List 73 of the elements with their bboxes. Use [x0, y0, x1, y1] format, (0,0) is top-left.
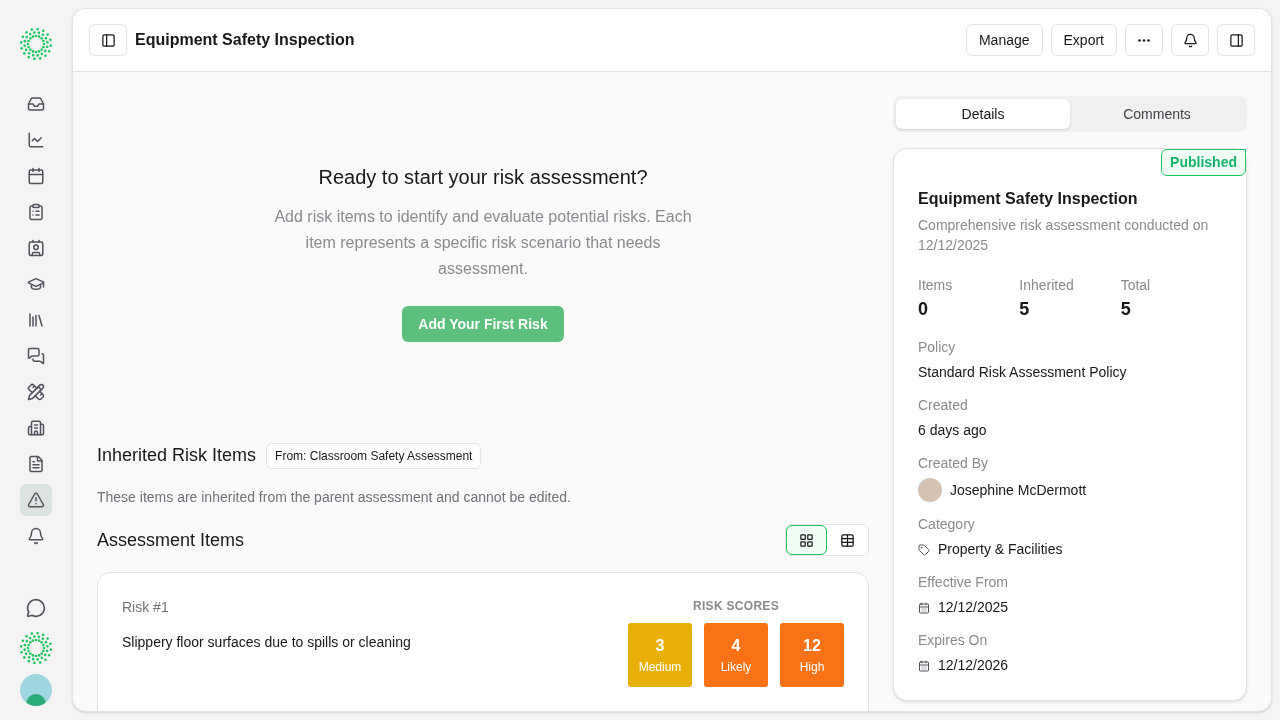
table-icon — [840, 532, 855, 548]
calendar-icon — [918, 601, 930, 614]
chat-icon[interactable] — [26, 598, 46, 618]
score-label: High — [799, 659, 825, 676]
document-icon — [27, 455, 45, 473]
stat-value: 5 — [1019, 298, 1031, 321]
field-label: Category — [918, 515, 976, 534]
details-title: Equipment Safety Inspection — [918, 189, 1139, 209]
field-value: 12/12/2025 — [938, 598, 1009, 617]
grid-view-button[interactable] — [786, 525, 827, 555]
tab[interactable]: Comments — [1070, 99, 1244, 129]
score-label: Likely — [720, 659, 752, 676]
notifications-button[interactable] — [1171, 24, 1209, 56]
stat-value: 5 — [1120, 298, 1132, 321]
field-label: Expires On — [918, 631, 989, 650]
logo-icon — [20, 632, 52, 664]
stat-value: 0 — [918, 298, 929, 321]
calendar-icon — [27, 167, 45, 185]
section-title: Inherited Risk Items — [97, 444, 257, 467]
inbox-icon — [27, 95, 45, 113]
warning-icon — [27, 491, 45, 509]
empty-state-title: Ready to start your risk assessment? — [318, 165, 648, 190]
user-avatar[interactable] — [20, 674, 52, 706]
score-value: 4 — [731, 636, 741, 656]
field-label: Policy — [918, 338, 957, 357]
calendar-icon — [918, 659, 930, 672]
books-icon — [27, 311, 45, 329]
bell-icon — [1182, 32, 1198, 48]
field-value: Property & Facilities — [938, 540, 1063, 559]
panel-left-icon — [100, 32, 116, 48]
details-subtitle: Comprehensive risk assessment conducted on 12/12/2025 — [918, 216, 1210, 255]
tag-icon — [918, 543, 930, 556]
score-value: 3 — [655, 636, 665, 656]
header-button[interactable]: Manage — [965, 24, 1043, 56]
graduation-cap-icon — [27, 275, 45, 293]
stat-label: Items — [918, 276, 954, 295]
contact-card-icon — [27, 239, 45, 257]
inherited-note: These items are inherited from the parent assessment and cannot be edited. — [97, 488, 572, 507]
logo-icon — [20, 28, 52, 60]
status-badge: Published — [1161, 149, 1246, 176]
source-badge: From: Classroom Safety Assessment — [266, 442, 482, 469]
panel-right-icon — [1228, 32, 1244, 48]
bell-icon — [27, 527, 45, 545]
stat-label: Total — [1120, 276, 1152, 295]
sidebar-toggle-button[interactable] — [89, 24, 127, 56]
field-value: 12/12/2026 — [938, 656, 1009, 675]
sidebar-item[interactable] — [20, 484, 52, 516]
score-label: Medium — [638, 659, 682, 676]
field-value: Josephine McDermott — [950, 480, 1087, 500]
building-icon — [27, 419, 45, 437]
score-value: 12 — [803, 636, 821, 656]
stat-label: Inherited — [1019, 276, 1075, 295]
panel-toggle-button[interactable] — [1217, 24, 1255, 56]
empty-state-text: Add risk items to identify and evaluate potential risks. Each item represents a specific risk scenario that needs assessment. — [273, 207, 693, 279]
tab[interactable]: Details — [896, 99, 1070, 129]
field-value: Standard Risk Assessment Policy — [918, 363, 1127, 382]
author-avatar — [918, 478, 942, 502]
chat-bubbles-icon — [27, 347, 45, 365]
header-button[interactable]: Export — [1050, 24, 1117, 56]
section-title: Assessment Items — [97, 528, 245, 552]
field-value: 6 days ago — [918, 421, 987, 440]
page-title: Equipment Safety Inspection — [135, 30, 355, 50]
risk-description: Slippery floor surfaces due to spills or cleaning — [122, 633, 412, 652]
field-label: Created — [918, 396, 969, 415]
more-icon — [1138, 38, 1150, 42]
grid-icon — [799, 532, 814, 548]
pencil-ruler-icon — [27, 383, 45, 401]
scores-heading: RISK SCORES — [693, 598, 779, 615]
clipboard-icon — [27, 203, 45, 221]
line-chart-icon — [27, 131, 45, 149]
field-label: Created By — [918, 454, 990, 473]
risk-label: Risk #1 — [122, 598, 170, 617]
field-label: Effective From — [918, 573, 1009, 592]
